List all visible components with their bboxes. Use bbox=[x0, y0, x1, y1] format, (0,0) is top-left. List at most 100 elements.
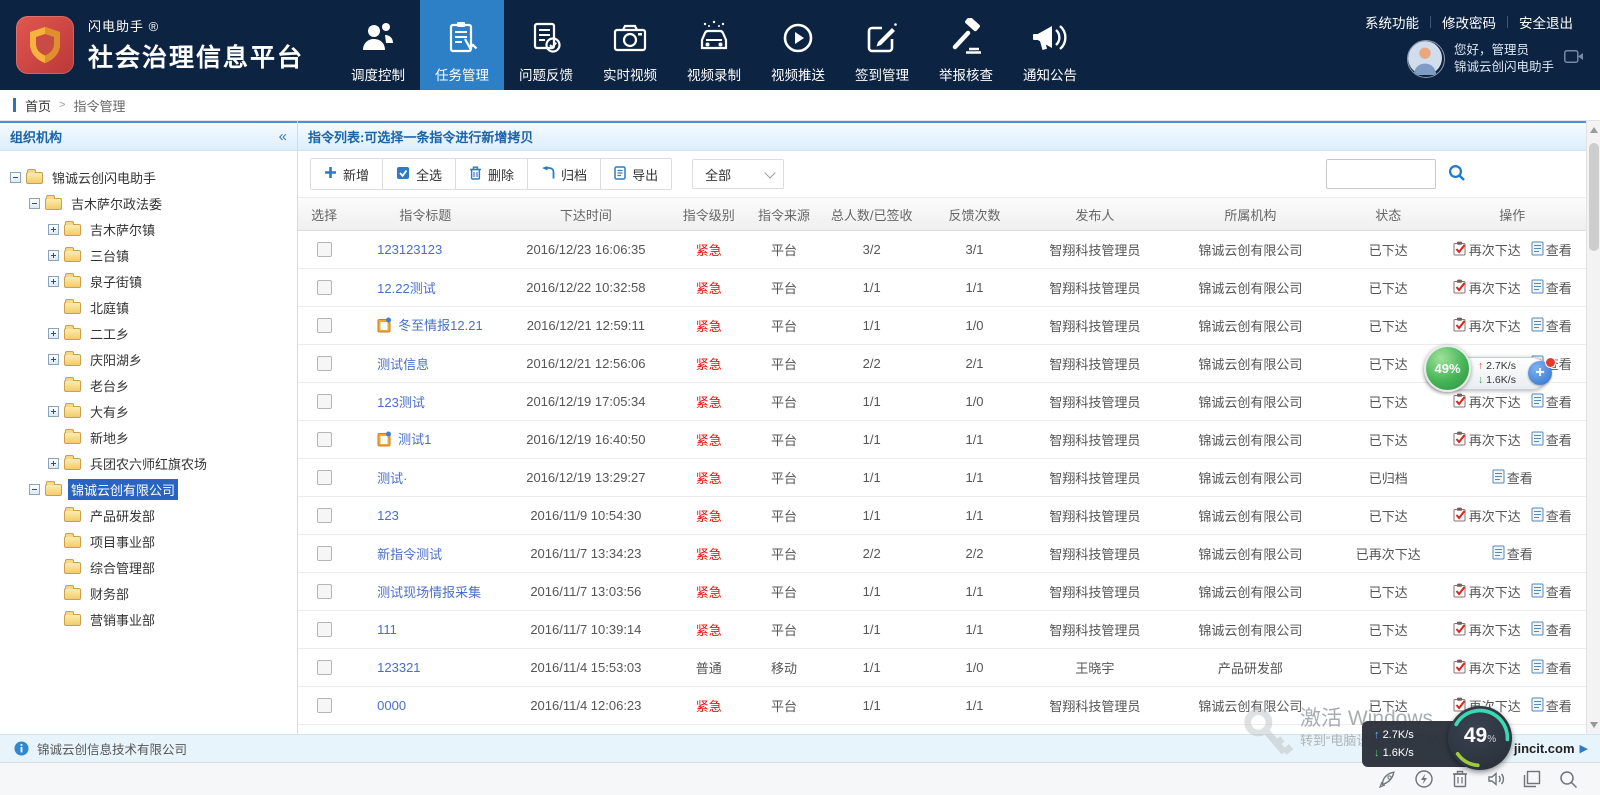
redispatch-button[interactable]: 再次下达 bbox=[1453, 430, 1521, 449]
command-title-link[interactable]: 测试现场情报采集 bbox=[377, 585, 481, 600]
rocket-icon[interactable] bbox=[1370, 769, 1406, 789]
toolbar-button-archive[interactable]: 归档 bbox=[528, 159, 601, 189]
command-title-link[interactable]: 0000 bbox=[377, 698, 406, 713]
redispatch-button[interactable]: 再次下达 bbox=[1453, 582, 1521, 601]
tree-expander-icon[interactable] bbox=[10, 172, 21, 183]
command-title-link[interactable]: 123123123 bbox=[377, 242, 442, 257]
redispatch-button[interactable]: 再次下达 bbox=[1453, 240, 1521, 259]
accelerator-icon[interactable] bbox=[1406, 769, 1442, 789]
tree-expander-icon[interactable] bbox=[48, 458, 59, 469]
view-button[interactable]: 查看 bbox=[1492, 544, 1533, 563]
redispatch-button[interactable]: 再次下达 bbox=[1453, 392, 1521, 411]
nav-item-problem-feedback[interactable]: 问题反馈 bbox=[504, 0, 588, 90]
tree-item[interactable]: 二工乡 bbox=[4, 320, 293, 346]
row-checkbox[interactable] bbox=[317, 394, 332, 409]
search-input[interactable] bbox=[1326, 159, 1436, 189]
tree-item[interactable]: 吉木萨尔政法委 bbox=[4, 190, 293, 216]
row-checkbox[interactable] bbox=[317, 698, 332, 713]
view-button[interactable]: 查看 bbox=[1531, 506, 1572, 525]
view-button[interactable]: 查看 bbox=[1531, 316, 1572, 335]
row-checkbox[interactable] bbox=[317, 432, 332, 447]
memory-ball[interactable]: 49% bbox=[1424, 345, 1471, 392]
tree-item[interactable]: 财务部 bbox=[4, 580, 293, 606]
speaker-icon[interactable] bbox=[1478, 769, 1514, 789]
footer-arrow-icon[interactable]: ▶ bbox=[1580, 742, 1588, 755]
search-button[interactable] bbox=[1448, 164, 1466, 185]
command-title-link[interactable]: 12.22测试 bbox=[377, 281, 436, 296]
view-button[interactable]: 查看 bbox=[1531, 620, 1572, 639]
toolbar-button-select-all[interactable]: 全选 bbox=[383, 159, 456, 189]
tree-item[interactable]: 吉木萨尔镇 bbox=[4, 216, 293, 242]
tree-expander-icon[interactable] bbox=[48, 328, 59, 339]
row-checkbox[interactable] bbox=[317, 242, 332, 257]
tree-item[interactable]: 大有乡 bbox=[4, 398, 293, 424]
command-title-link[interactable]: 新指令测试 bbox=[377, 547, 442, 562]
tree-item[interactable]: 庆阳湖乡 bbox=[4, 346, 293, 372]
tree-item[interactable]: 泉子街镇 bbox=[4, 268, 293, 294]
command-title-link[interactable]: 123321 bbox=[377, 660, 420, 675]
row-checkbox[interactable] bbox=[317, 584, 332, 599]
user-info[interactable]: 您好，管理员 锦诚云创闪电助手 bbox=[1407, 40, 1584, 78]
tree-item[interactable]: 兵团农六师红旗农场 bbox=[4, 450, 293, 476]
tree-expander-icon[interactable] bbox=[29, 484, 40, 495]
nav-item-checkin-management[interactable]: 签到管理 bbox=[840, 0, 924, 90]
command-title-link[interactable]: 测试· bbox=[377, 471, 407, 486]
tree-item[interactable]: 三台镇 bbox=[4, 242, 293, 268]
nav-item-report-check[interactable]: 举报核查 bbox=[924, 0, 1008, 90]
tree-expander-icon[interactable] bbox=[48, 250, 59, 261]
nav-item-dispatch-control[interactable]: 调度控制 bbox=[336, 0, 420, 90]
command-title-link[interactable]: 测试1 bbox=[398, 432, 431, 447]
scrollbar-down-arrow-icon[interactable] bbox=[1590, 722, 1598, 728]
row-checkbox[interactable] bbox=[317, 622, 332, 637]
tree-item[interactable]: 新地乡 bbox=[4, 424, 293, 450]
row-checkbox[interactable] bbox=[317, 546, 332, 561]
tree-item[interactable]: 锦诚云创闪电助手 bbox=[4, 164, 293, 190]
trash-icon[interactable] bbox=[1442, 769, 1478, 789]
nav-item-video-record[interactable]: 视频录制 bbox=[672, 0, 756, 90]
breadcrumb-home[interactable]: 首页 bbox=[25, 96, 51, 115]
tree-item[interactable]: 北庭镇 bbox=[4, 294, 293, 320]
redispatch-button[interactable]: 再次下达 bbox=[1453, 278, 1521, 297]
scrollbar-up-arrow-icon[interactable] bbox=[1590, 127, 1598, 133]
top-link-2[interactable]: 安全退出 bbox=[1508, 12, 1584, 32]
top-link-1[interactable]: 修改密码 bbox=[1431, 12, 1507, 32]
tree-expander-icon[interactable] bbox=[48, 224, 59, 235]
redispatch-button[interactable]: 再次下达 bbox=[1453, 620, 1521, 639]
tree-expander-icon[interactable] bbox=[48, 276, 59, 287]
redispatch-button[interactable]: 再次下达 bbox=[1453, 658, 1521, 677]
tree-item[interactable]: 产品研发部 bbox=[4, 502, 293, 528]
filter-dropdown[interactable]: 全部 bbox=[692, 159, 784, 189]
view-button[interactable]: 查看 bbox=[1531, 392, 1572, 411]
row-checkbox[interactable] bbox=[317, 356, 332, 371]
tree-item[interactable]: 锦诚云创有限公司 bbox=[4, 476, 293, 502]
tree-item[interactable]: 综合管理部 bbox=[4, 554, 293, 580]
row-checkbox[interactable] bbox=[317, 280, 332, 295]
command-title-link[interactable]: 冬至情报12.21 bbox=[398, 318, 483, 333]
command-title-link[interactable]: 测试信息 bbox=[377, 357, 429, 372]
toolbar-button-plus[interactable]: 新增 bbox=[311, 159, 383, 189]
window-icon[interactable] bbox=[1514, 770, 1550, 788]
top-link-0[interactable]: 系统功能 bbox=[1354, 12, 1430, 32]
tree-expander-icon[interactable] bbox=[29, 198, 40, 209]
redispatch-button[interactable]: 再次下达 bbox=[1453, 316, 1521, 335]
tree-expander-icon[interactable] bbox=[48, 406, 59, 417]
tree-item[interactable]: 项目事业部 bbox=[4, 528, 293, 554]
row-checkbox[interactable] bbox=[317, 318, 332, 333]
toolbar-button-export[interactable]: 导出 bbox=[601, 159, 671, 189]
taskbar-percent-ball[interactable]: 49 % bbox=[1448, 706, 1512, 770]
view-button[interactable]: 查看 bbox=[1531, 582, 1572, 601]
command-title-link[interactable]: 123测试 bbox=[377, 395, 425, 410]
view-button[interactable]: 查看 bbox=[1531, 430, 1572, 449]
tree-item[interactable]: 老台乡 bbox=[4, 372, 293, 398]
tree-expander-icon[interactable] bbox=[48, 354, 59, 365]
nav-item-live-video[interactable]: 实时视频 bbox=[588, 0, 672, 90]
nav-item-task-management[interactable]: 任务管理 bbox=[420, 0, 504, 90]
command-title-link[interactable]: 123 bbox=[377, 508, 399, 523]
search-icon[interactable] bbox=[1550, 770, 1586, 789]
view-button[interactable]: 查看 bbox=[1531, 278, 1572, 297]
nav-item-video-push[interactable]: 视频推送 bbox=[756, 0, 840, 90]
row-checkbox[interactable] bbox=[317, 660, 332, 675]
row-checkbox[interactable] bbox=[317, 470, 332, 485]
view-button[interactable]: 查看 bbox=[1492, 468, 1533, 487]
toolbar-button-delete[interactable]: 删除 bbox=[456, 159, 528, 189]
